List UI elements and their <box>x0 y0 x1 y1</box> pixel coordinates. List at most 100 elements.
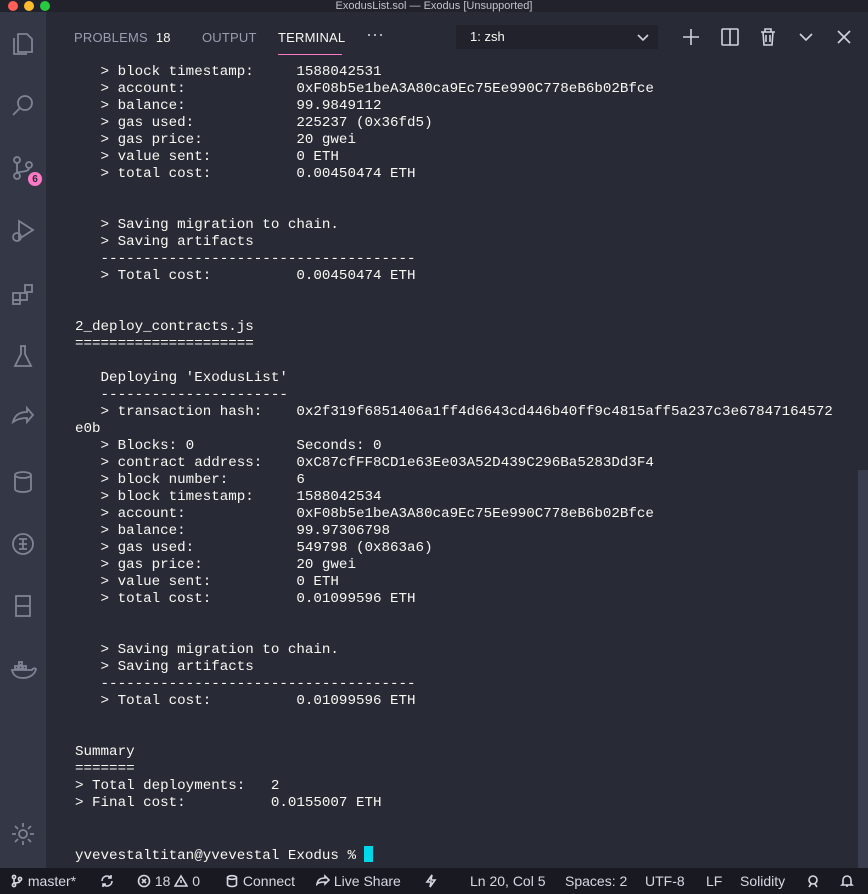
cursor-position[interactable]: Ln 20, Col 5 <box>470 873 546 889</box>
terminal-line: > Final cost: 0.0155007 ETH <box>75 795 382 811</box>
terminal-select[interactable]: 1: zsh <box>456 25 658 49</box>
terminal-scrollbar[interactable] <box>858 470 868 868</box>
tab-output[interactable]: OUTPUT <box>202 30 257 45</box>
active-tab-indicator <box>278 54 342 55</box>
search-icon[interactable] <box>5 88 41 124</box>
problems-status[interactable]: 18 0 <box>137 873 200 889</box>
terminal-line: ======= <box>75 761 135 777</box>
terminal-prompt: yvevestaltitan@yvevestal Exodus % <box>75 848 365 864</box>
terminal-cursor <box>364 846 374 862</box>
terminal-prompt-line[interactable]: yvevestaltitan@yvevestal Exodus % <box>75 846 860 864</box>
close-panel-icon[interactable] <box>833 26 855 48</box>
split-terminal-icon[interactable] <box>719 26 741 48</box>
terminal-line: > total cost: 0.00450474 ETH <box>75 166 416 182</box>
terminal-line: ===================== <box>75 336 254 352</box>
new-terminal-plus-icon[interactable] <box>680 26 702 48</box>
zoom-window-button[interactable] <box>40 1 50 11</box>
kill-terminal-trash-icon[interactable] <box>757 26 779 48</box>
eol-status[interactable]: LF <box>706 873 722 889</box>
tab-output-label: OUTPUT <box>202 30 257 45</box>
window-title: ExodusList.sol — Exodus [Unsupported] <box>335 0 533 12</box>
settings-gear-icon[interactable] <box>5 816 41 852</box>
minimize-window-button[interactable] <box>24 1 34 11</box>
panel-header: PROBLEMS 18 OUTPUT TERMINAL ··· 1: zsh <box>46 12 868 64</box>
terminal-line: > block number: 6 <box>75 472 305 488</box>
lightning-icon[interactable] <box>424 873 438 889</box>
terminal-line: > Total cost: 0.01099596 ETH <box>75 693 416 709</box>
encoding-status[interactable]: UTF-8 <box>645 873 685 889</box>
source-control-icon[interactable]: 6 <box>5 150 44 188</box>
branch-status[interactable]: master* <box>10 873 76 889</box>
docker-icon[interactable] <box>5 652 41 688</box>
terminal-line: > Saving migration to chain. <box>75 217 339 233</box>
run-debug-icon[interactable] <box>5 212 41 248</box>
more-actions-button[interactable]: ··· <box>366 24 384 45</box>
chevron-down-icon <box>637 34 649 42</box>
connect-status[interactable]: Connect <box>225 873 295 889</box>
terminal-line: > Total cost: 0.00450474 ETH <box>75 268 416 284</box>
terminal-line: > Total deployments: 2 <box>75 778 280 794</box>
terminal-line: > gas used: 225237 (0x36fd5) <box>75 115 433 131</box>
terminal-line: > account: 0xF08b5e1beA3A80ca9Ec75Ee990C… <box>75 506 654 522</box>
maximize-panel-chevron-icon[interactable] <box>795 26 817 48</box>
database-icon[interactable] <box>5 464 41 500</box>
live-share-status[interactable]: Live Share <box>315 873 401 889</box>
close-window-button[interactable] <box>8 1 18 11</box>
branch-name: master* <box>27 873 77 889</box>
remote-explorer-icon[interactable] <box>5 588 41 624</box>
terminal-line: > gas price: 20 gwei <box>75 132 356 148</box>
terminal-line: > balance: 99.97306798 <box>75 523 391 539</box>
terminal-line: > transaction hash: 0x2f319f6851406a1ff4… <box>75 404 833 420</box>
extensions-icon[interactable] <box>5 276 41 312</box>
warning-count: 0 <box>192 873 201 889</box>
terminal-line: Deploying 'ExodusList' <box>75 370 288 386</box>
terminal-line: > block timestamp: 1588042531 <box>75 64 382 80</box>
terminal-line: > gas used: 549798 (0x863a6) <box>75 540 433 556</box>
terminal-line: > value sent: 0 ETH <box>75 574 339 590</box>
tab-problems[interactable]: PROBLEMS 18 <box>74 30 171 45</box>
database-icon <box>226 874 238 888</box>
feedback-icon[interactable] <box>806 873 820 889</box>
error-count: 18 <box>154 873 171 889</box>
warning-icon <box>173 874 189 887</box>
scm-badge: 6 <box>26 170 44 188</box>
tab-problems-label: PROBLEMS <box>74 30 148 45</box>
terminal-line: > Saving migration to chain. <box>75 642 339 658</box>
status-bar: master* 18 0 Connect Live Share Ln 20, C… <box>0 868 868 894</box>
indentation-status[interactable]: Spaces: 2 <box>565 873 627 889</box>
live-share-icon[interactable] <box>5 400 41 436</box>
tab-terminal[interactable]: TERMINAL <box>278 30 345 45</box>
terminal-line: > account: 0xF08b5e1beA3A80ca9Ec75Ee990C… <box>75 81 654 97</box>
git-branch-icon <box>11 874 23 888</box>
terminal-line: > Saving artifacts <box>75 234 254 250</box>
terminal-line: > value sent: 0 ETH <box>75 149 339 165</box>
live-share-icon <box>315 874 331 887</box>
terminal-line: 2_deploy_contracts.js <box>75 319 254 335</box>
terminal-select-value: 1: zsh <box>470 29 505 44</box>
activity-bar: 6 <box>0 12 46 868</box>
explorer-icon[interactable] <box>5 26 41 62</box>
ethereum-icon[interactable] <box>5 526 41 562</box>
language-mode[interactable]: Solidity <box>740 873 785 889</box>
notifications-bell-icon[interactable] <box>840 873 854 889</box>
terminal-line: Summary <box>75 744 135 760</box>
testing-flask-icon[interactable] <box>5 338 41 374</box>
terminal-line: ---------------------- <box>75 387 288 403</box>
terminal-line: > contract address: 0xC87cfFF8CD1e63Ee03… <box>75 455 654 471</box>
error-icon <box>137 874 151 888</box>
sync-icon[interactable] <box>100 873 114 889</box>
terminal-line: > total cost: 0.01099596 ETH <box>75 591 416 607</box>
tab-terminal-label: TERMINAL <box>278 30 346 45</box>
problems-count: 18 <box>155 30 171 45</box>
terminal-output[interactable]: > block timestamp: 1588042531 > account:… <box>75 64 860 864</box>
title-bar: ExodusList.sol — Exodus [Unsupported] <box>0 0 868 12</box>
